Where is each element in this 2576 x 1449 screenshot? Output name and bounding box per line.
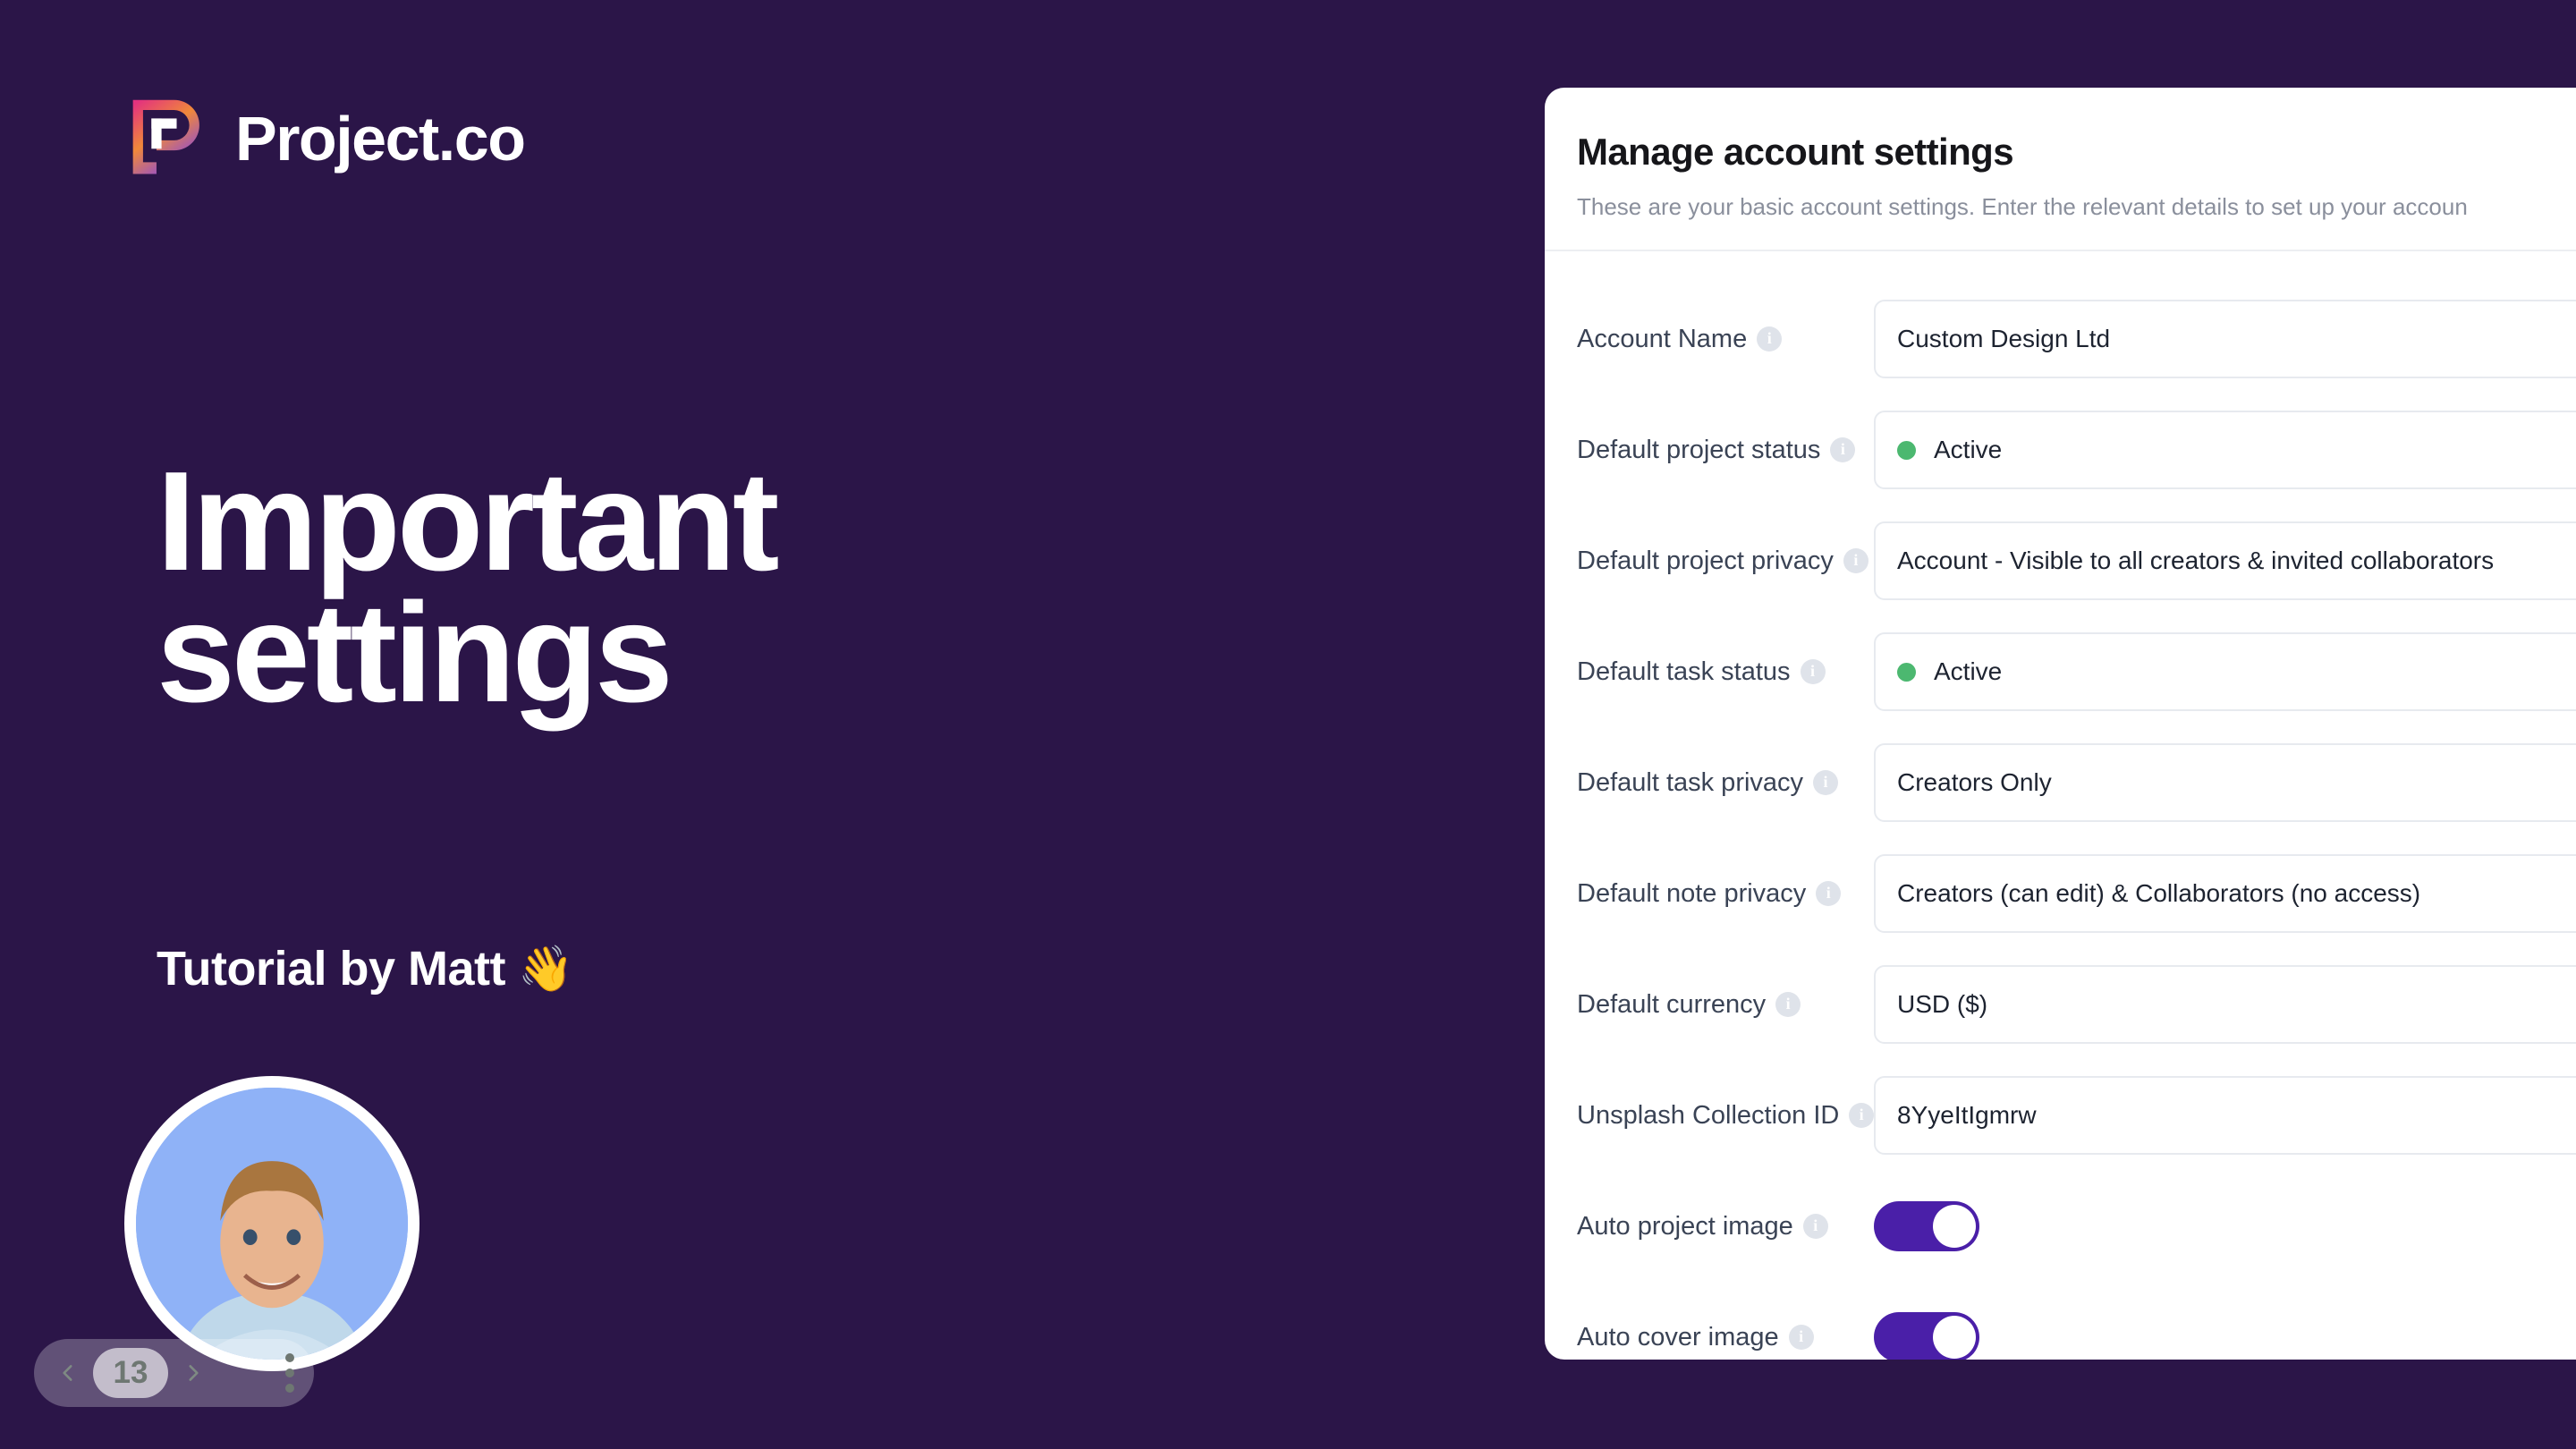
- settings-row-label: Unsplash Collection ID i: [1577, 1101, 1874, 1131]
- settings-row-label: Default project status i: [1577, 436, 1874, 465]
- settings-row-label: Default project privacy i: [1577, 547, 1874, 576]
- settings-row-label-text: Auto cover image: [1577, 1322, 1779, 1352]
- toggle-switch[interactable]: [1874, 1201, 1979, 1251]
- panel-title: Manage account settings: [1577, 131, 2014, 173]
- slide-canvas: Project.co Important settings Tutorial b…: [0, 0, 2576, 1449]
- text-field[interactable]: Creators (can edit) & Collaborators (no …: [1874, 854, 2576, 933]
- field-value: Active: [1934, 436, 2003, 463]
- status-select-field[interactable]: Active: [1874, 632, 2576, 711]
- settings-row-label-text: Default note privacy: [1577, 878, 1807, 908]
- info-icon[interactable]: i: [1800, 658, 1826, 684]
- waving-hand-icon: 👋: [518, 943, 573, 994]
- text-field[interactable]: 8YyeItIgmrw: [1874, 1076, 2576, 1155]
- field-value: Creators Only: [1897, 768, 2052, 796]
- info-icon[interactable]: i: [1813, 769, 1839, 795]
- status-select-field[interactable]: Active: [1874, 411, 2576, 489]
- byline-text: Tutorial by Matt: [157, 942, 506, 996]
- settings-row: Default task status i Active: [1577, 616, 2576, 727]
- settings-row: Default project privacy i Account - Visibl…: [1577, 505, 2576, 616]
- field-value: Account - Visible to all creators & invi…: [1897, 547, 2495, 574]
- info-icon[interactable]: i: [1830, 436, 1856, 462]
- info-icon[interactable]: i: [1816, 880, 1842, 906]
- info-icon[interactable]: i: [1757, 326, 1783, 352]
- text-field[interactable]: Account - Visible to all creators & invi…: [1874, 521, 2576, 600]
- project-co-logo-icon: [128, 97, 212, 181]
- field-value: 8YyeItIgmrw: [1897, 1101, 2037, 1129]
- brand-name: Project.co: [235, 104, 526, 174]
- info-icon[interactable]: i: [1802, 1213, 1828, 1239]
- settings-row: Default note privacy i Creators (can edit)…: [1577, 838, 2576, 949]
- page-number[interactable]: 13: [93, 1348, 168, 1398]
- panel-header: Manage account settings These are your b…: [1545, 88, 2576, 221]
- settings-row-label-text: Unsplash Collection ID: [1577, 1100, 1840, 1130]
- field-value: Active: [1934, 657, 2003, 685]
- brand-logo: Project.co: [128, 97, 526, 181]
- headline-line-2: settings: [157, 573, 674, 732]
- status-dot-icon: [1897, 662, 1916, 682]
- settings-row-label: Default currency i: [1577, 990, 1874, 1020]
- settings-row-label: Default task privacy i: [1577, 768, 1874, 798]
- settings-row-label-text: Default task privacy: [1577, 767, 1804, 797]
- more-vertical-icon[interactable]: [285, 1353, 298, 1393]
- settings-form: Account Name i Custom Design Ltd Default pr…: [1545, 251, 2576, 1360]
- status-dot-icon: [1897, 440, 1916, 460]
- toggle-cell: [1874, 1201, 2576, 1251]
- field-value: Custom Design Ltd: [1897, 325, 2111, 352]
- chevron-right-icon[interactable]: [175, 1355, 211, 1391]
- toggle-cell: [1874, 1312, 2576, 1360]
- settings-row-label: Default note privacy i: [1577, 879, 1874, 909]
- settings-row-label: Auto cover image i: [1577, 1323, 1874, 1352]
- settings-row: Unsplash Collection ID i 8YyeItIgmrw: [1577, 1060, 2576, 1171]
- panel-description: These are your basic account settings. E…: [1577, 193, 2468, 220]
- settings-row-label-text: Default project privacy: [1577, 546, 1834, 575]
- settings-row-label-text: Default project status: [1577, 435, 1821, 464]
- info-icon[interactable]: i: [1849, 1102, 1874, 1128]
- toggle-switch[interactable]: [1874, 1312, 1979, 1360]
- settings-row: Default currency i USD ($): [1577, 949, 2576, 1060]
- settings-row: Auto project image i: [1577, 1171, 2576, 1282]
- field-value: USD ($): [1897, 990, 1988, 1018]
- field-value: Creators (can edit) & Collaborators (no …: [1897, 879, 2421, 907]
- account-settings-panel: Manage account settings These are your b…: [1545, 88, 2576, 1360]
- text-field[interactable]: USD ($): [1874, 965, 2576, 1044]
- settings-row: Default task privacy i Creators Only: [1577, 727, 2576, 838]
- settings-row: Auto cover image i: [1577, 1282, 2576, 1360]
- settings-row-label-text: Auto project image: [1577, 1211, 1793, 1241]
- settings-row-label: Default task status i: [1577, 657, 1874, 687]
- settings-row: Default project status i Active: [1577, 394, 2576, 505]
- settings-row: Account Name i Custom Design Ltd: [1577, 284, 2576, 394]
- text-field[interactable]: Creators Only: [1874, 743, 2576, 822]
- toggle-knob: [1933, 1205, 1976, 1248]
- page-title: Important settings: [157, 451, 1212, 732]
- settings-row-label: Account Name i: [1577, 325, 1874, 354]
- settings-row-label-text: Default task status: [1577, 657, 1791, 686]
- info-icon[interactable]: i: [1788, 1324, 1814, 1350]
- info-icon[interactable]: i: [1775, 991, 1801, 1017]
- text-field[interactable]: Custom Design Ltd: [1874, 300, 2576, 378]
- chevron-left-icon[interactable]: [50, 1355, 86, 1391]
- settings-row-label-text: Default currency: [1577, 989, 1767, 1019]
- info-icon[interactable]: i: [1843, 547, 1868, 573]
- byline: Tutorial by Matt 👋: [157, 941, 573, 996]
- avatar: [124, 1076, 419, 1371]
- settings-row-label-text: Account Name: [1577, 324, 1748, 353]
- pagination-bar[interactable]: 13: [34, 1339, 314, 1407]
- toggle-knob: [1933, 1316, 1976, 1359]
- settings-row-label: Auto project image i: [1577, 1212, 1874, 1241]
